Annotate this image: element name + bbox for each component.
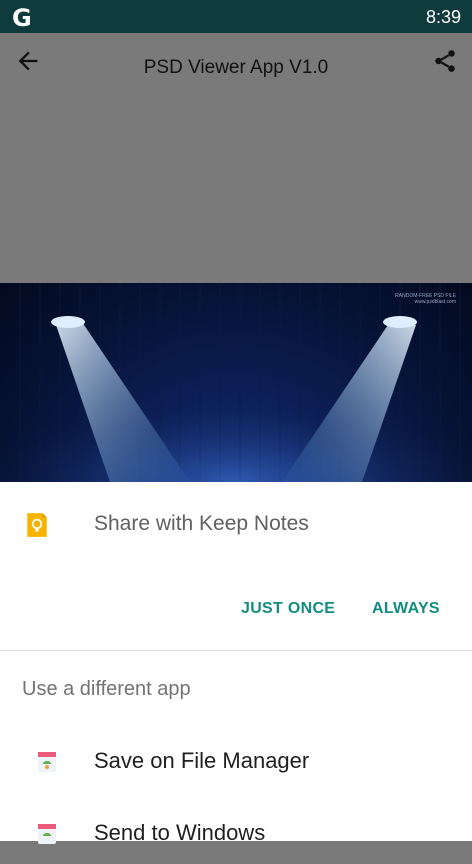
app-item-label: Send to Windows xyxy=(94,820,266,845)
share-sheet: Share with Keep Notes JUST ONCE ALWAYS U… xyxy=(0,482,472,845)
always-button[interactable]: ALWAYS xyxy=(372,600,440,618)
app-item-file-manager[interactable]: Save on File Manager xyxy=(0,732,472,792)
status-bar: G 8:39 xyxy=(0,0,472,33)
app-item-label: Save on File Manager xyxy=(94,748,310,773)
app-item-send-to-windows[interactable]: Send to Windows xyxy=(0,804,472,864)
send-to-windows-icon xyxy=(38,824,56,844)
share-icon[interactable] xyxy=(432,47,458,75)
image-watermark: RANDOM-FREE PSD FILE www.psdblast.com xyxy=(395,293,456,305)
just-once-button[interactable]: JUST ONCE xyxy=(241,600,335,618)
psd-preview-image: RANDOM-FREE PSD FILE www.psdblast.com xyxy=(0,283,472,482)
google-logo-icon: G xyxy=(12,4,32,32)
keep-notes-icon xyxy=(27,513,47,537)
status-time: 8:39 xyxy=(425,7,461,27)
divider xyxy=(0,650,472,651)
app-bar: PSD Viewer App V1.0 xyxy=(0,33,472,103)
different-app-header: Use a different app xyxy=(22,678,191,700)
share-with-keep-label[interactable]: Share with Keep Notes xyxy=(94,512,309,536)
file-manager-icon xyxy=(38,752,56,772)
page-title: PSD Viewer App V1.0 xyxy=(143,57,329,78)
spotlights-graphic xyxy=(0,283,472,482)
